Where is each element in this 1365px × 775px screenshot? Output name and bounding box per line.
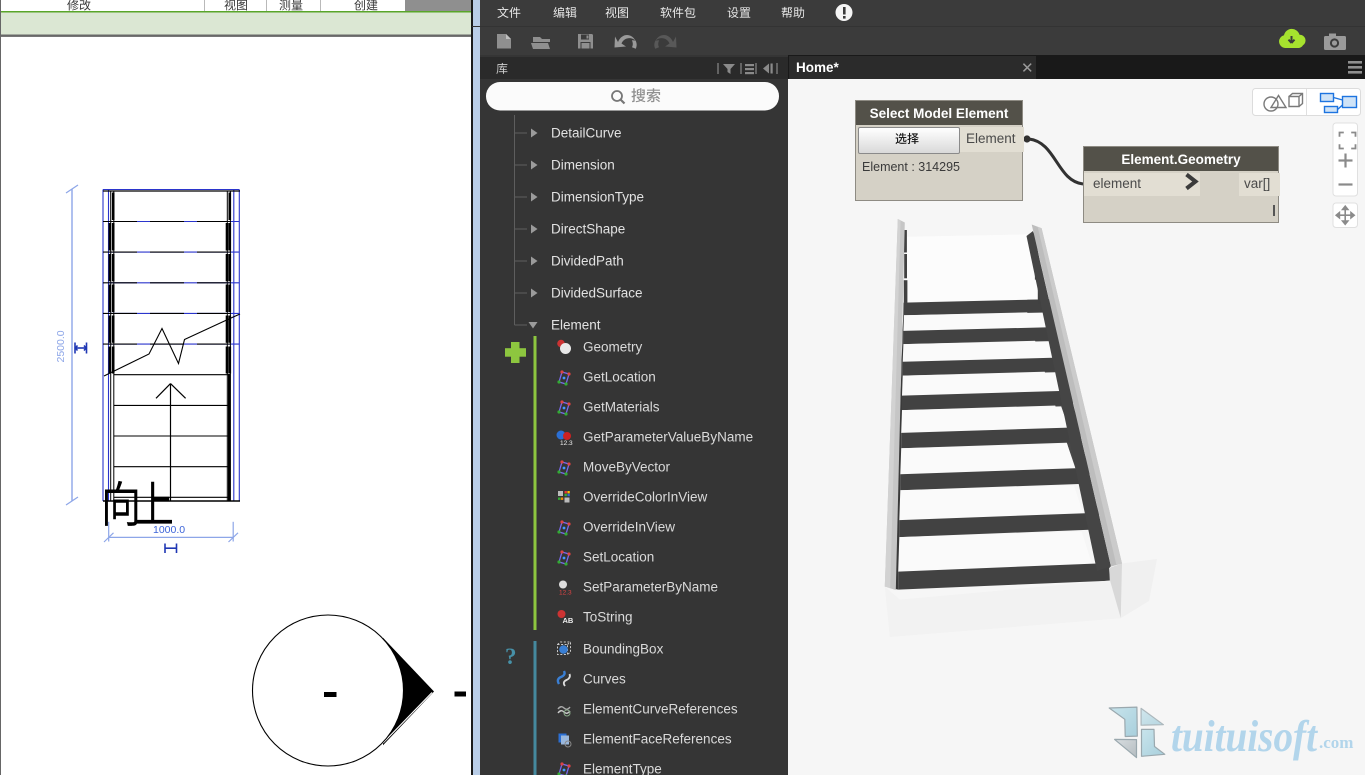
svg-text:tuituisoft: tuituisoft [1171,712,1319,761]
svg-text:.com: .com [1319,733,1353,752]
